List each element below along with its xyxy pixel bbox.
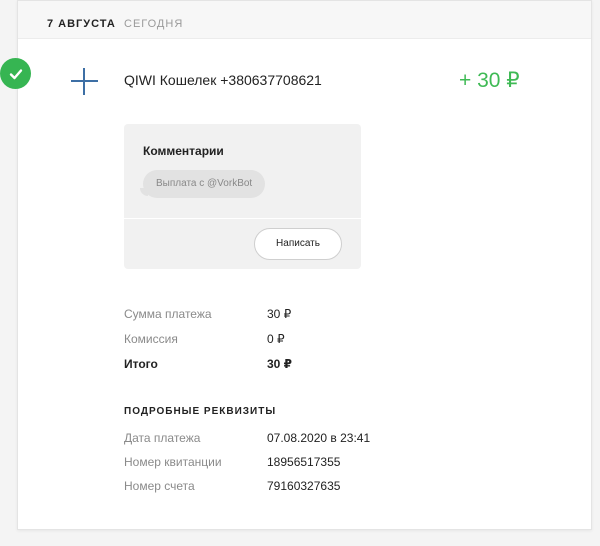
details-heading: ПОДРОБНЫЕ РЕКВИЗИТЫ <box>124 406 277 417</box>
write-comment-button[interactable]: Написать <box>254 228 342 260</box>
comments-panel: Комментарии Выплата с @VorkBot Написать <box>124 124 361 269</box>
divider <box>124 218 361 219</box>
comment-bubble: Выплата с @VorkBot <box>139 170 266 198</box>
details-label-receipt: Номер квитанции <box>124 455 222 469</box>
summary-label-total: Итого <box>124 357 158 371</box>
summary-value-total: 30 ₽ <box>267 357 293 371</box>
summary-value-amount: 30 ₽ <box>267 307 292 321</box>
transaction-amount: + 30 ₽ <box>459 69 520 92</box>
plus-icon <box>71 68 98 95</box>
date-header: 7 АВГУСТА СЕГОДНЯ <box>18 1 591 39</box>
date-label: 7 АВГУСТА <box>47 18 116 30</box>
summary-label-amount: Сумма платежа <box>124 307 212 321</box>
check-icon <box>0 58 31 89</box>
summary-value-fee: 0 ₽ <box>267 332 285 346</box>
details-value-account: 79160327635 <box>267 479 341 493</box>
details-value-date: 07.08.2020 в 23:41 <box>267 431 371 445</box>
relative-date-label: СЕГОДНЯ <box>124 18 184 30</box>
transaction-title: QIWI Кошелек +380637708621 <box>124 72 322 88</box>
details-label-account: Номер счета <box>124 479 195 493</box>
comments-title: Комментарии <box>143 144 224 158</box>
summary-label-fee: Комиссия <box>124 332 178 346</box>
details-value-receipt: 18956517355 <box>267 455 341 469</box>
details-label-date: Дата платежа <box>124 431 201 445</box>
transaction-card: 7 АВГУСТА СЕГОДНЯ QIWI Кошелек +38063770… <box>17 0 592 530</box>
